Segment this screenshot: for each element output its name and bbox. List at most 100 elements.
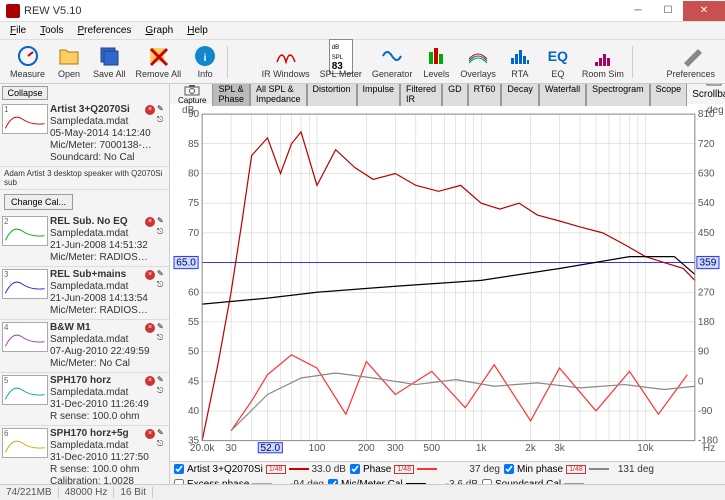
svg-text:52.0: 52.0 <box>261 443 281 454</box>
svg-text:720: 720 <box>698 139 715 150</box>
legend-item: Min phase 1/48 131 deg <box>504 464 654 475</box>
link-icon[interactable]: ⎋ <box>157 439 167 449</box>
measurement-item[interactable]: 4 B&W M1× Sampledata.mdat07-Aug-2010 22:… <box>0 320 169 373</box>
menubar: File Tools Preferences Graph Help <box>0 22 725 40</box>
svg-text:0: 0 <box>698 376 704 387</box>
status-samplerate: 48000 Hz <box>59 487 115 498</box>
eq-button[interactable]: EQEQ <box>540 42 576 81</box>
legend-checkbox[interactable] <box>350 464 360 474</box>
graph-tab[interactable]: Impulse <box>357 84 401 107</box>
graph-tab[interactable]: Decay <box>501 84 539 107</box>
room-sim-button[interactable]: Room Sim <box>578 42 628 81</box>
preferences-button[interactable]: Preferences <box>662 42 719 81</box>
remove-measurement-icon[interactable]: × <box>145 376 155 386</box>
smoothing-badge: 1/48 <box>266 465 286 474</box>
edit-icon[interactable]: ✎ <box>157 269 167 279</box>
svg-text:dB: dB <box>182 106 195 116</box>
info-button[interactable]: iInfo <box>187 42 223 81</box>
legend-panel: Artist 3+Q2070Si 1/48 33.0 dB Phase 1/48… <box>170 461 725 484</box>
svg-text:deg: deg <box>707 106 723 116</box>
link-icon[interactable]: ⎋ <box>157 280 167 290</box>
menu-preferences[interactable]: Preferences <box>71 23 137 38</box>
svg-text:70: 70 <box>188 228 200 239</box>
maximize-button[interactable]: ☐ <box>653 1 683 21</box>
remove-measurement-icon[interactable]: × <box>145 429 155 439</box>
levels-button[interactable]: Levels <box>418 42 454 81</box>
measurement-thumb: 2 <box>2 216 48 246</box>
svg-text:80: 80 <box>188 168 200 179</box>
svg-text:500: 500 <box>423 443 440 454</box>
graph-tab[interactable]: SPL & Phase <box>212 84 250 107</box>
svg-text:i: i <box>204 53 207 64</box>
svg-text:270: 270 <box>698 287 715 298</box>
legend-label: Min phase <box>517 464 563 475</box>
svg-text:100: 100 <box>309 443 326 454</box>
edit-icon[interactable]: ✎ <box>157 375 167 385</box>
remove-measurement-icon[interactable]: × <box>145 105 155 115</box>
menu-tools[interactable]: Tools <box>34 23 69 38</box>
graph-tab[interactable]: Filtered IR <box>400 84 442 107</box>
svg-text:180: 180 <box>698 317 715 328</box>
plot-area[interactable]: 354045505560657075808590-180-90090180270… <box>172 106 723 459</box>
legend-swatch <box>289 468 309 470</box>
overlays-button[interactable]: Overlays <box>456 42 500 81</box>
edit-icon[interactable]: ✎ <box>157 428 167 438</box>
svg-text:Hz: Hz <box>703 443 715 454</box>
svg-text:60: 60 <box>188 287 200 298</box>
remove-all-button[interactable]: Remove All <box>132 42 186 81</box>
measurement-thumb: 4 <box>2 322 48 352</box>
measurement-thumb: 5 <box>2 375 48 405</box>
svg-text:630: 630 <box>698 168 715 179</box>
graph-tab[interactable]: Waterfall <box>539 84 586 107</box>
legend-value: 37 deg <box>469 464 500 475</box>
link-icon[interactable]: ⎋ <box>157 227 167 237</box>
save-all-button[interactable]: Save All <box>89 42 130 81</box>
ir-windows-button[interactable]: IR Windows <box>258 42 314 81</box>
status-bitdepth: 16 Bit <box>114 487 153 498</box>
svg-text:2k: 2k <box>525 443 537 454</box>
remove-measurement-icon[interactable]: × <box>145 270 155 280</box>
menu-help[interactable]: Help <box>181 23 214 38</box>
measurement-item[interactable]: 2 REL Sub. No EQ× Sampledata.mdat21-Jun-… <box>0 214 169 267</box>
menu-file[interactable]: File <box>4 23 32 38</box>
close-button[interactable]: ✕ <box>683 1 725 21</box>
link-icon[interactable]: ⎋ <box>157 386 167 396</box>
spl-meter-button[interactable]: dB SPL83SPL Meter <box>316 42 366 81</box>
edit-icon[interactable]: ✎ <box>157 322 167 332</box>
remove-measurement-icon[interactable]: × <box>145 217 155 227</box>
link-icon[interactable]: ⎋ <box>157 115 167 125</box>
svg-text:50: 50 <box>188 347 200 358</box>
statusbar: 74/221MB 48000 Hz 16 Bit <box>0 484 725 500</box>
graph-tab[interactable]: Distortion <box>307 84 357 107</box>
measurement-thumb: 3 <box>2 269 48 299</box>
measurement-item[interactable]: 6 SPH170 horz+5g× Sampledata.mdat31-Dec-… <box>0 426 169 484</box>
measurement-item[interactable]: 5 SPH170 horz× Sampledata.mdat31-Dec-201… <box>0 373 169 426</box>
legend-value: 33.0 dB <box>312 464 346 475</box>
rta-button[interactable]: RTA <box>502 42 538 81</box>
svg-text:10k: 10k <box>637 443 654 454</box>
measurement-name: REL Sub+mains <box>50 269 143 281</box>
change-cal-button[interactable]: Change Cal... <box>4 194 73 210</box>
legend-item: Artist 3+Q2070Si 1/48 33.0 dB <box>174 464 346 475</box>
measurement-thumb: 1 <box>2 104 48 134</box>
legend-checkbox[interactable] <box>174 464 184 474</box>
measurement-item[interactable]: 1 Artist 3+Q2070Si× Sampledata.mdat05-Ma… <box>0 102 169 167</box>
edit-icon[interactable]: ✎ <box>157 104 167 114</box>
graph-tab[interactable]: Scope <box>650 84 688 107</box>
remove-measurement-icon[interactable]: × <box>145 323 155 333</box>
graph-tab[interactable]: Spectrogram <box>586 84 650 107</box>
link-icon[interactable]: ⎋ <box>157 333 167 343</box>
minimize-button[interactable]: ─ <box>623 1 653 21</box>
edit-icon[interactable]: ✎ <box>157 216 167 226</box>
measurement-item[interactable]: 3 REL Sub+mains× Sampledata.mdat21-Jun-2… <box>0 267 169 320</box>
graph-tab[interactable]: GD <box>442 84 468 107</box>
legend-checkbox[interactable] <box>504 464 514 474</box>
menu-graph[interactable]: Graph <box>139 23 179 38</box>
measure-button[interactable]: Measure <box>6 42 49 81</box>
capture-button[interactable]: Capture <box>174 84 210 105</box>
graph-tab[interactable]: All SPL & Impedance <box>250 84 307 107</box>
graph-tab[interactable]: RT60 <box>468 84 502 107</box>
open-button[interactable]: Open <box>51 42 87 81</box>
generator-button[interactable]: Generator <box>368 42 417 81</box>
collapse-button[interactable]: Collapse <box>2 86 48 100</box>
